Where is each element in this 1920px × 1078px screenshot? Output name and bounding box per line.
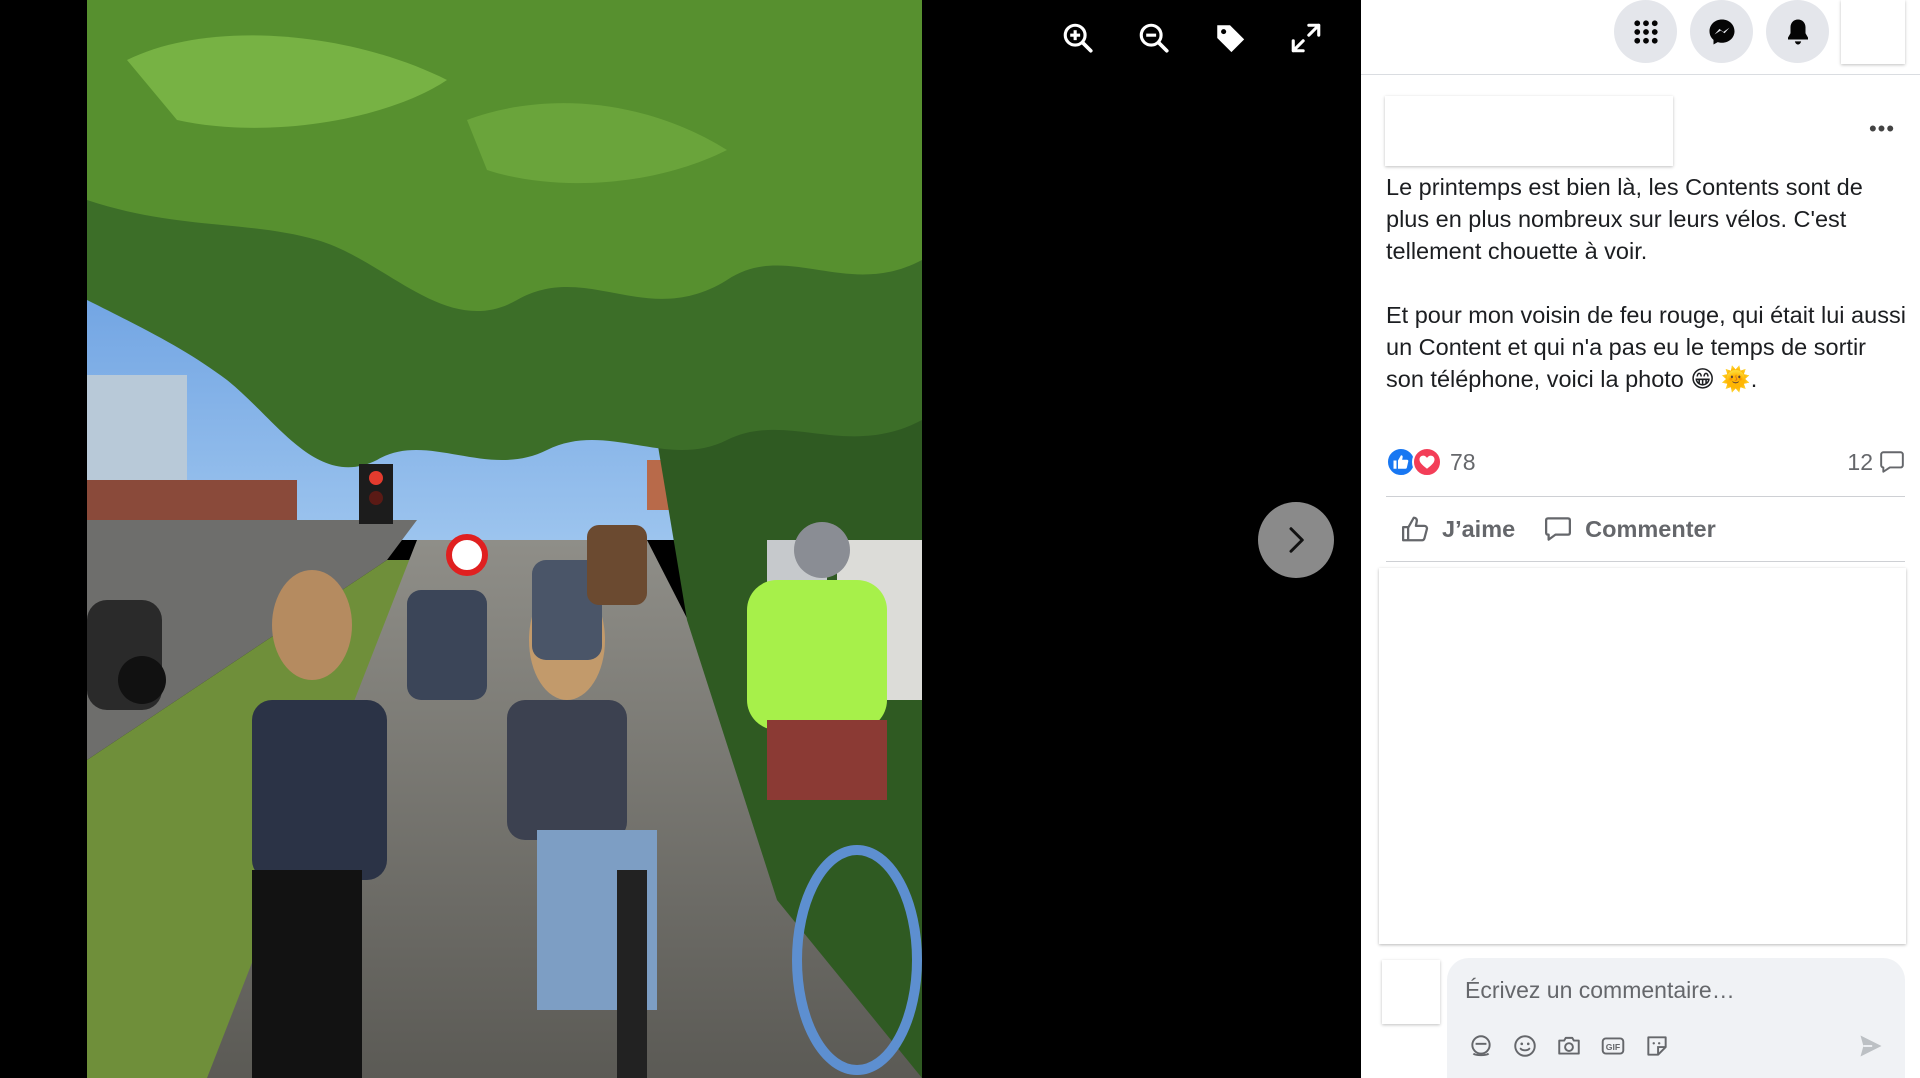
zoom-out-button[interactable] [1134, 18, 1174, 58]
photo-viewer [0, 0, 1361, 1078]
avatar-sticker-icon [1471, 1035, 1491, 1057]
tag-photo-button[interactable] [1210, 18, 1250, 58]
comments-list [1379, 568, 1906, 944]
next-photo-button[interactable] [1258, 502, 1334, 578]
tag-icon [1217, 25, 1245, 53]
messenger-button[interactable] [1690, 0, 1753, 63]
fullscreen-icon [1291, 23, 1321, 53]
account-avatar[interactable] [1841, 0, 1905, 64]
zoom-in-button[interactable] [1058, 18, 1098, 58]
post-actions-bar: J’aime Commenter [1386, 496, 1905, 562]
post-side-panel: ••• Le printemps est bien là, les Conten… [1361, 0, 1920, 1078]
comments-count[interactable]: 12 [1847, 449, 1905, 476]
thumbs-up-icon [1402, 516, 1429, 542]
notifications-button[interactable] [1766, 0, 1829, 63]
sticker-icon [1647, 1036, 1667, 1056]
reaction-icons[interactable] [1386, 447, 1442, 477]
avatar-sticker-button[interactable] [1467, 1032, 1495, 1060]
menu-button[interactable] [1614, 0, 1677, 63]
send-icon [1860, 1035, 1882, 1057]
camera-icon [1558, 1036, 1580, 1055]
post-options-button[interactable]: ••• [1864, 114, 1900, 144]
like-button[interactable]: J’aime [1386, 514, 1529, 544]
sticker-button[interactable] [1643, 1032, 1671, 1060]
top-navigation-bar [1361, 0, 1920, 75]
composer-avatar[interactable] [1382, 960, 1440, 1024]
gif-icon: GIF [1601, 1037, 1625, 1055]
viewer-toolbar [1058, 18, 1326, 58]
top-icons-group [1614, 0, 1829, 63]
comment-icon [1545, 517, 1572, 541]
apps-grid-icon [1633, 19, 1658, 44]
cyclists-photo-image [87, 0, 922, 1078]
notifications-bell-icon [1787, 19, 1808, 44]
post-paragraph-1: Le printemps est bien là, les Contents s… [1386, 174, 1870, 264]
svg-text:GIF: GIF [1606, 1042, 1620, 1052]
messenger-icon [1709, 19, 1734, 44]
comments-count-value: 12 [1847, 448, 1873, 475]
comment-button-label: Commenter [1585, 515, 1716, 542]
reaction-count[interactable]: 78 [1450, 449, 1476, 476]
love-reaction-icon [1412, 447, 1442, 477]
post-message: Le printemps est bien là, les Contents s… [1386, 171, 1906, 427]
fullscreen-button[interactable] [1286, 18, 1326, 58]
camera-button[interactable] [1555, 1032, 1583, 1060]
composer-tools: GIF [1467, 1032, 1671, 1060]
comment-input[interactable] [1465, 970, 1885, 1010]
comment-button[interactable]: Commenter [1529, 514, 1730, 544]
like-button-label: J’aime [1442, 515, 1516, 542]
post-author-header[interactable] [1385, 96, 1673, 166]
chevron-right-icon [1289, 527, 1304, 553]
comment-bubble-icon [1880, 451, 1904, 473]
gif-button[interactable]: GIF [1599, 1032, 1627, 1060]
emoji-icon [1514, 1035, 1536, 1057]
post-photo[interactable] [87, 0, 922, 1078]
emoji-button[interactable] [1511, 1032, 1539, 1060]
zoom-in-icon [1063, 23, 1093, 53]
post-paragraph-2: Et pour mon voisin de feu rouge, qui éta… [1386, 302, 1913, 392]
reactions-summary: 78 12 [1386, 445, 1905, 479]
zoom-out-icon [1139, 23, 1169, 53]
comment-composer: GIF [1447, 958, 1905, 1078]
send-comment-button[interactable] [1855, 1030, 1887, 1062]
